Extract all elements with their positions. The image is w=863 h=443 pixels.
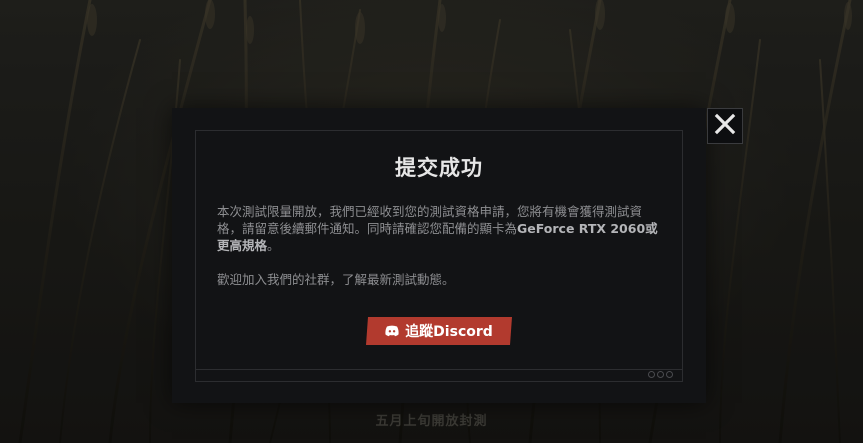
dialog-frame-divider [195,369,683,370]
frame-dot [648,371,655,378]
message-paragraph-2: 歡迎加入我們的社群，了解最新測試動態。 [217,272,455,287]
frame-dot [657,371,664,378]
frame-dots-decoration [648,371,673,378]
follow-discord-button[interactable]: 追蹤Discord [366,317,512,345]
discord-icon [385,325,399,337]
success-dialog: 提交成功 本次測試限量開放，我們已經收到您的測試資格申請，您將有機會獲得測試資格… [172,108,706,403]
follow-discord-label: 追蹤Discord [405,324,493,340]
page: 五月上旬開放封測 提交成功 本次測試限量開放，我們已經收到您的測試資格申請，您將… [0,0,863,443]
dialog-message: 本次測試限量開放，我們已經收到您的測試資格申請，您將有機會獲得測試資格，請留意後… [217,203,662,288]
dialog-title: 提交成功 [395,156,483,180]
release-hint-text: 五月上旬開放封測 [375,414,488,429]
frame-dot [666,371,673,378]
close-button[interactable] [707,108,743,144]
close-icon [714,113,736,139]
message-period: 。 [267,238,280,253]
message-paragraph-1: 本次測試限量開放，我們已經收到您的測試資格申請，您將有機會獲得測試資格，請留意後… [217,203,662,254]
gpu-model: GeForce RTX 2060 [517,221,646,236]
